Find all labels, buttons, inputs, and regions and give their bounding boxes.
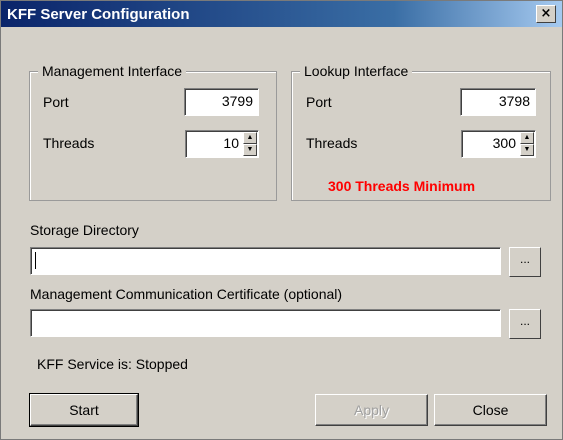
text-caret <box>35 252 36 269</box>
certificate-input[interactable] <box>30 309 501 337</box>
management-threads-label: Threads <box>43 135 95 151</box>
close-button[interactable]: Close <box>434 394 547 426</box>
spin-down-icon[interactable]: ▼ <box>243 144 257 156</box>
storage-browse-button[interactable]: ... <box>509 247 541 277</box>
title-bar[interactable]: KFF Server Configuration × <box>1 1 562 27</box>
lookup-port-label: Port <box>306 94 332 110</box>
lookup-threads-label: Threads <box>306 135 358 151</box>
certificate-label: Management Communication Certificate (op… <box>30 286 343 302</box>
management-interface-group: Management Interface Port 3799 Threads 1… <box>29 63 277 201</box>
start-button[interactable]: Start <box>29 393 139 427</box>
spin-down-icon[interactable]: ▼ <box>520 144 534 156</box>
management-port-label: Port <box>43 94 69 110</box>
management-port-value: 3799 <box>221 93 253 109</box>
management-port-input[interactable]: 3799 <box>184 88 259 116</box>
close-icon[interactable]: × <box>536 5 556 23</box>
spin-up-icon[interactable]: ▲ <box>243 132 257 144</box>
lookup-threads-spinner[interactable]: ▲ ▼ <box>520 132 534 156</box>
storage-directory-input[interactable] <box>30 247 501 275</box>
management-threads-value: 10 <box>223 135 239 151</box>
lookup-port-input[interactable]: 3798 <box>460 88 536 116</box>
lookup-threads-stepper[interactable]: 300 ▲ ▼ <box>461 130 536 158</box>
spin-up-icon[interactable]: ▲ <box>520 132 534 144</box>
certificate-browse-button[interactable]: ... <box>509 309 541 339</box>
lookup-threads-value: 300 <box>492 135 516 151</box>
window-title: KFF Server Configuration <box>7 6 190 23</box>
management-threads-spinner[interactable]: ▲ ▼ <box>243 132 257 156</box>
lookup-port-value: 3798 <box>498 93 530 109</box>
kff-config-window: KFF Server Configuration × Management In… <box>0 0 563 440</box>
apply-button[interactable]: Apply <box>315 394 428 426</box>
storage-directory-label: Storage Directory <box>30 222 139 238</box>
management-interface-legend: Management Interface <box>38 63 187 79</box>
lookup-interface-legend: Lookup Interface <box>300 63 413 79</box>
service-status-text: KFF Service is: Stopped <box>37 356 188 372</box>
management-threads-stepper[interactable]: 10 ▲ ▼ <box>185 130 259 158</box>
threads-minimum-warning: 300 Threads Minimum <box>328 178 476 194</box>
lookup-interface-group: Lookup Interface Port 3798 Threads 300 ▲… <box>291 63 551 201</box>
